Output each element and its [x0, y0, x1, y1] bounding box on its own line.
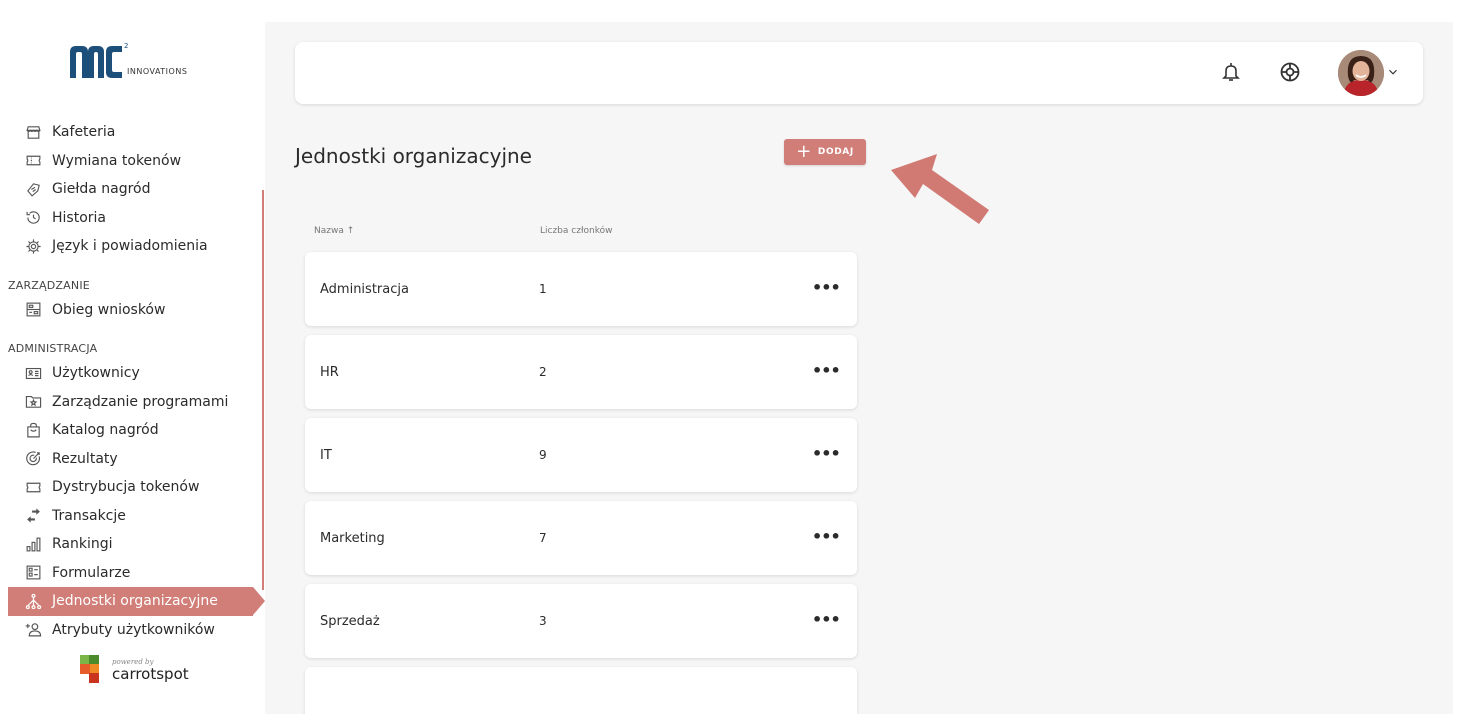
sidebar-item-zarzadzanie-programami[interactable]: Zarządzanie programami — [0, 388, 265, 417]
sidebar-item-label: Wymiana tokenów — [52, 152, 182, 169]
sidebar-item-label: Kafeteria — [52, 124, 116, 141]
section-label-admin: ADMINISTRACJA — [8, 342, 98, 355]
row-name: Administracja — [320, 282, 409, 297]
row-count: 7 — [539, 531, 547, 545]
sidebar-item-label: Jednostki organizacyjne — [52, 593, 218, 610]
sidebar-item-label: Język i powiadomienia — [52, 238, 208, 255]
shopping-bag-icon — [24, 421, 42, 439]
sidebar-scroll-indicator[interactable] — [262, 190, 264, 590]
user-avatar[interactable] — [1338, 50, 1384, 96]
chevron-down-icon[interactable] — [1386, 64, 1400, 78]
table-row[interactable]: Administracja 1 ••• — [305, 252, 857, 326]
sidebar-item-label: Obieg wniosków — [52, 301, 166, 318]
table-row[interactable]: IT 9 ••• — [305, 418, 857, 492]
annotation-arrow-icon — [891, 154, 989, 224]
sidebar-item-obieg-wnioskow[interactable]: Obieg wniosków — [0, 296, 265, 325]
row-count: 1 — [539, 282, 547, 296]
row-name: Marketing — [320, 531, 385, 546]
logo-text: INNOVATIONS — [127, 67, 188, 76]
sidebar-item-label: Atrybuty użytkowników — [52, 621, 215, 638]
more-options-icon[interactable]: ••• — [812, 278, 841, 297]
table-row[interactable]: Sprzedaż 3 ••• — [305, 584, 857, 658]
sidebar-item-wymiana-tokenow[interactable]: Wymiana tokenów — [0, 147, 265, 176]
section-label-management: ZARZĄDZANIE — [8, 278, 90, 292]
sidebar-item-dystrybucja-tokenow[interactable]: Dystrybucja tokenów — [0, 473, 265, 502]
user-attributes-icon — [24, 621, 42, 639]
ticket-icon — [24, 478, 42, 496]
sidebar-item-rezultaty[interactable]: Rezultaty — [0, 445, 265, 474]
table-row[interactable] — [305, 667, 857, 714]
handshake-icon — [24, 180, 42, 198]
bell-icon[interactable] — [1219, 60, 1243, 84]
sidebar-item-label: Dystrybucja tokenów — [52, 479, 200, 496]
column-header-name[interactable]: Nazwa ↑ — [314, 226, 354, 236]
more-options-icon[interactable]: ••• — [812, 444, 841, 463]
table-row[interactable]: HR 2 ••• — [305, 335, 857, 409]
form-icon — [24, 564, 42, 582]
row-name: HR — [320, 365, 339, 380]
settings-icon — [24, 237, 42, 255]
sidebar-item-historia[interactable]: Historia — [0, 204, 265, 233]
sidebar-item-formularze[interactable]: Formularze — [0, 559, 265, 588]
sidebar-item-transakcje[interactable]: Transakcje — [0, 502, 265, 531]
id-card-icon — [24, 364, 42, 382]
logo-mark-icon: 2 — [68, 42, 128, 78]
sidebar-nav: Kafeteria Wymiana tokenów Giełda nagród … — [0, 118, 265, 644]
target-icon — [24, 450, 42, 468]
sidebar-item-kafeteria[interactable]: Kafeteria — [0, 118, 265, 147]
more-options-icon[interactable]: ••• — [812, 610, 841, 629]
company-logo[interactable]: 2 INNOVATIONS — [68, 42, 188, 78]
sidebar-item-atrybuty-uzytkownikow[interactable]: Atrybuty użytkowników — [0, 616, 265, 645]
ticket-icon — [24, 152, 42, 170]
sidebar-item-label: Giełda nagród — [52, 181, 151, 198]
sidebar-item-label: Historia — [52, 209, 106, 226]
row-count: 2 — [539, 365, 547, 379]
sidebar-item-label: Użytkownicy — [52, 365, 140, 382]
logo-superscript: 2 — [124, 42, 129, 50]
sidebar-item-label: Formularze — [52, 564, 131, 581]
sidebar-item-label: Katalog nagród — [52, 422, 159, 439]
row-count: 3 — [539, 614, 547, 628]
plus-icon: + — [796, 141, 812, 162]
sidebar: 2 INNOVATIONS Kafeteria Wymiana tokenów … — [0, 0, 265, 714]
sidebar-item-katalog-nagrod[interactable]: Katalog nagród — [0, 416, 265, 445]
sidebar-item-label: Zarządzanie programami — [52, 393, 229, 410]
lifebuoy-icon[interactable] — [1278, 60, 1302, 84]
column-header-members[interactable]: Liczba członków — [540, 226, 612, 236]
sidebar-item-jezyk-i-powiadomienia[interactable]: Język i powiadomienia — [0, 232, 265, 261]
more-options-icon[interactable]: ••• — [812, 527, 841, 546]
org-tree-icon — [24, 592, 42, 610]
row-count: 9 — [539, 448, 547, 462]
carrotspot-logo-icon — [80, 655, 108, 685]
add-button-label: DODAJ — [817, 147, 854, 157]
sidebar-item-label: Rankingi — [52, 536, 113, 553]
sidebar-item-gielda-nagrod[interactable]: Giełda nagród — [0, 175, 265, 204]
sidebar-item-label: Rezultaty — [52, 450, 118, 467]
bar-chart-icon — [24, 535, 42, 553]
sidebar-item-uzytkownicy[interactable]: Użytkownicy — [0, 359, 265, 388]
main-content: Jednostki organizacyjne + DODAJ Nazwa ↑ … — [265, 22, 1453, 714]
page-title: Jednostki organizacyjne — [295, 144, 532, 168]
row-name: IT — [320, 448, 332, 463]
row-name: Sprzedaż — [320, 614, 380, 629]
sidebar-item-rankingi[interactable]: Rankingi — [0, 530, 265, 559]
store-icon — [24, 123, 42, 141]
sidebar-item-jednostki-organizacyjne[interactable]: Jednostki organizacyjne — [8, 587, 265, 616]
more-options-icon[interactable]: ••• — [812, 361, 841, 380]
add-button[interactable]: + DODAJ — [784, 139, 866, 165]
swap-arrows-icon — [24, 507, 42, 525]
history-icon — [24, 209, 42, 227]
powered-by-carrotspot[interactable]: powered by carrotspot — [80, 655, 189, 685]
folder-star-icon — [24, 393, 42, 411]
top-bar — [295, 42, 1423, 104]
workflow-icon — [24, 301, 42, 319]
table-row[interactable]: Marketing 7 ••• — [305, 501, 857, 575]
powered-brand-label: carrotspot — [112, 664, 189, 683]
sidebar-item-label: Transakcje — [52, 507, 126, 524]
